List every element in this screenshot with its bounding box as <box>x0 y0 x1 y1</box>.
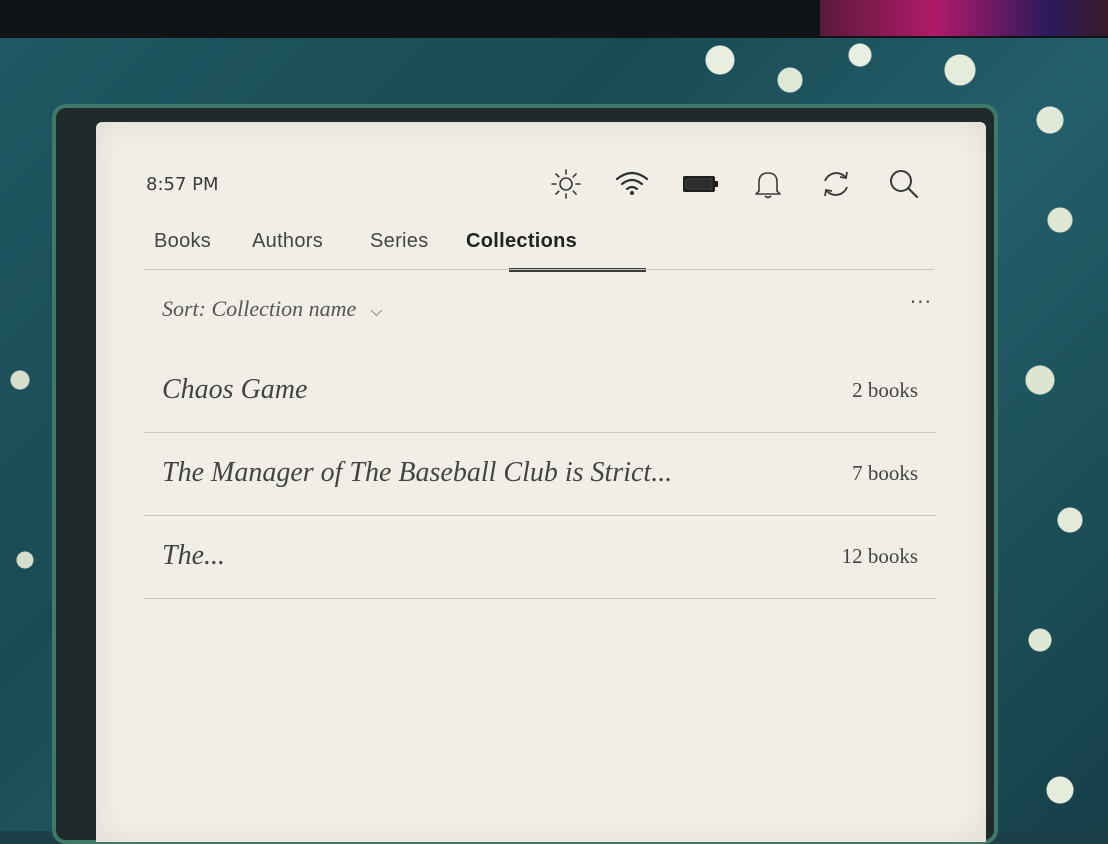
notifications-icon[interactable] <box>748 164 788 204</box>
ereader-screen: 8:57 PM Books Authors Series Collections… <box>96 122 986 842</box>
collection-count: 2 books <box>852 378 918 402</box>
tab-collections[interactable]: Collections <box>458 226 585 253</box>
sort-label: Sort: Collection name <box>162 296 357 321</box>
more-options-button[interactable]: ··· <box>910 290 932 314</box>
collection-name: The Manager of The Baseball Club is Stri… <box>162 457 673 488</box>
status-time: 8:57 PM <box>146 174 219 195</box>
battery-icon <box>680 164 720 204</box>
sync-icon[interactable] <box>816 164 856 204</box>
collection-row[interactable]: Chaos Game 2 books <box>144 350 936 433</box>
library-tabs: Books Authors Series Collections <box>146 226 936 272</box>
tabs-divider <box>144 269 934 270</box>
collection-name: The... <box>162 540 225 571</box>
tab-books[interactable]: Books <box>146 226 219 253</box>
sort-dropdown[interactable]: Sort: Collection name ⌵ <box>162 296 382 322</box>
collection-name: Chaos Game <box>162 374 308 405</box>
collection-row[interactable]: The... 12 books <box>144 516 936 599</box>
collection-count: 12 books <box>841 544 918 568</box>
chevron-down-icon: ⌵ <box>370 303 383 320</box>
wifi-icon[interactable] <box>612 164 652 204</box>
collection-count: 7 books <box>852 461 918 485</box>
sort-row: Sort: Collection name ⌵ ··· <box>162 290 932 328</box>
background-fabric <box>820 0 1108 36</box>
brightness-icon[interactable] <box>546 164 586 204</box>
collection-row[interactable]: The Manager of The Baseball Club is Stri… <box>144 433 936 516</box>
status-bar-icons <box>546 164 926 204</box>
tab-authors[interactable]: Authors <box>244 226 331 253</box>
collections-list: Chaos Game 2 books The Manager of The Ba… <box>144 350 936 599</box>
search-icon[interactable] <box>884 164 924 204</box>
tab-series[interactable]: Series <box>362 226 437 253</box>
